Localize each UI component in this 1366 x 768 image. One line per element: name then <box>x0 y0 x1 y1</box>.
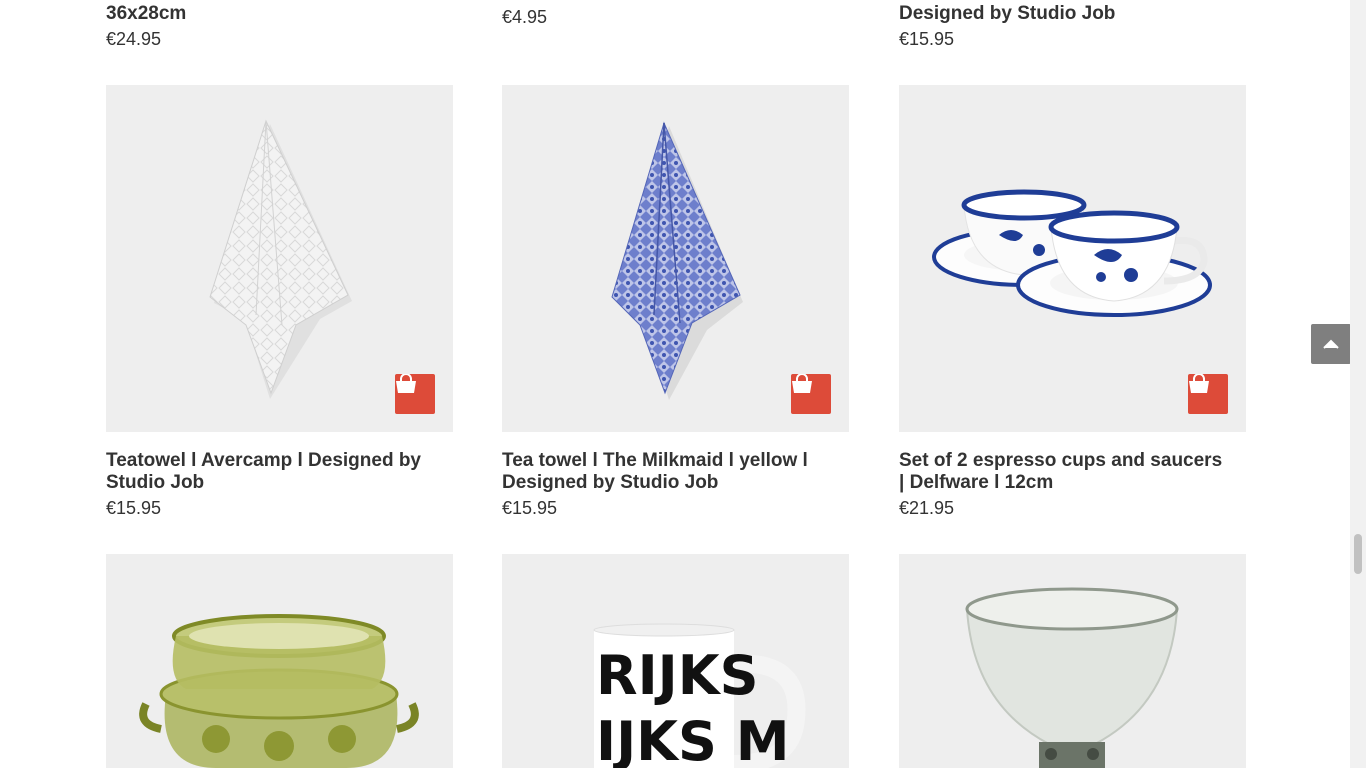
add-to-cart-button[interactable] <box>791 374 831 414</box>
product-image[interactable] <box>502 85 849 432</box>
product-price: €15.95 <box>899 29 955 49</box>
product-title[interactable]: Set of 2 espresso cups and saucers | Del… <box>899 450 1229 494</box>
product-title[interactable]: Tea towel l The Milkmaid l yellow l Desi… <box>502 450 832 494</box>
product-image[interactable] <box>106 85 453 432</box>
mug-print-line-2: IJKS M <box>596 710 789 768</box>
rijksmuseum-mug-image: RIJKS IJKS M <box>593 623 806 768</box>
add-to-cart-button[interactable] <box>395 374 435 414</box>
shopping-bag-icon <box>396 374 416 393</box>
chevron-up-icon <box>1323 339 1339 349</box>
green-glass-bowl-image <box>139 614 419 768</box>
product-image[interactable] <box>899 85 1246 432</box>
product-grid: 36x28cm €24.95 €4.95 Designed by Studio … <box>0 0 1350 768</box>
mug-print-line-1: RIJKS <box>596 644 759 707</box>
add-to-cart-button[interactable] <box>1188 374 1228 414</box>
product-price: €21.95 <box>899 498 955 518</box>
back-to-top-button[interactable] <box>1311 324 1351 364</box>
product-image[interactable] <box>106 554 453 768</box>
product-price: €15.95 <box>106 498 162 518</box>
partial-product-1[interactable]: 36x28cm €24.95 <box>106 3 186 50</box>
product-image[interactable]: RIJKS IJKS M <box>502 554 849 768</box>
glass-roemer-image <box>965 587 1179 768</box>
partial-product-3[interactable]: Designed by Studio Job €15.95 <box>899 3 1115 50</box>
product-title[interactable]: Teatowel l Avercamp l Designed by Studio… <box>106 450 436 494</box>
product-price: €15.95 <box>502 498 558 518</box>
product-price: €24.95 <box>106 29 162 49</box>
product-price: €4.95 <box>502 7 548 27</box>
product-image[interactable] <box>899 554 1246 768</box>
scrollbar-thumb[interactable] <box>1354 534 1362 574</box>
page-scrollbar[interactable] <box>1350 0 1366 768</box>
shopping-bag-icon <box>1189 374 1209 393</box>
product-title[interactable]: Designed by Studio Job <box>899 3 1115 25</box>
partial-product-2[interactable]: €4.95 <box>502 6 547 28</box>
product-title[interactable]: 36x28cm <box>106 3 186 25</box>
shopping-bag-icon <box>792 374 812 393</box>
